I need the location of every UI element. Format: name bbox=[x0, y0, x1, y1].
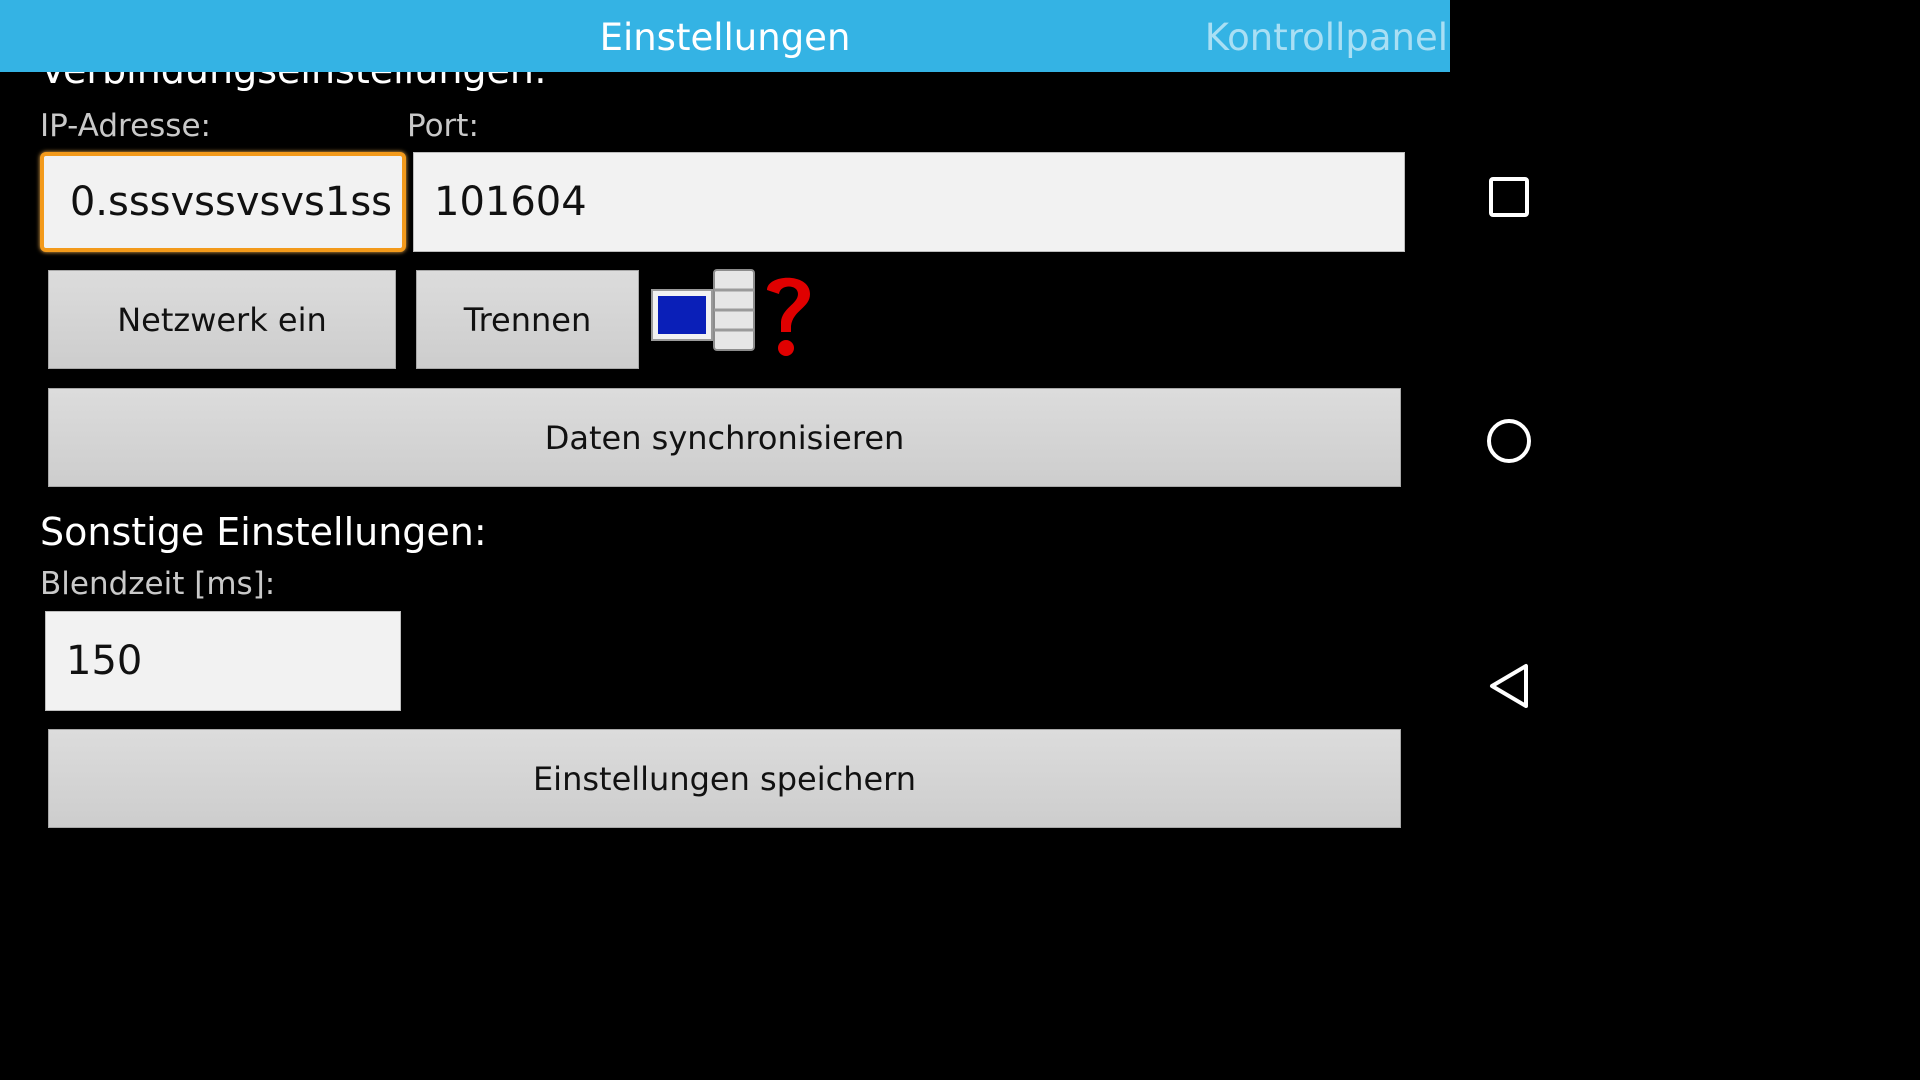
settings-content: Verbindungseinstellungen: IP-Adresse: Po… bbox=[0, 0, 1450, 882]
other-settings-title: Sonstige Einstellungen: bbox=[40, 510, 487, 554]
ip-address-input[interactable]: 0.sssvssvsvs1ss bbox=[40, 152, 406, 252]
tab-control-panel[interactable]: Kontrollpanel bbox=[1205, 0, 1448, 72]
port-value: 101604 bbox=[434, 179, 587, 225]
recents-icon[interactable] bbox=[1484, 172, 1534, 222]
system-navigation-bar bbox=[1450, 0, 1568, 882]
blend-time-label: Blendzeit [ms]: bbox=[40, 566, 276, 602]
network-unknown-icon bbox=[651, 269, 810, 356]
save-settings-button[interactable]: Einstellungen speichern bbox=[48, 729, 1401, 828]
blend-time-value: 150 bbox=[66, 638, 143, 684]
sync-data-button[interactable]: Daten synchronisieren bbox=[48, 388, 1401, 487]
network-on-button[interactable]: Netzwerk ein bbox=[48, 270, 396, 369]
ip-address-value: 0.sssvssvsvs1ss bbox=[69, 179, 392, 225]
back-icon[interactable] bbox=[1484, 661, 1534, 711]
ip-address-label: IP-Adresse: bbox=[40, 108, 211, 144]
settings-screen: Verbindungseinstellungen: IP-Adresse: Po… bbox=[0, 0, 1568, 882]
port-label: Port: bbox=[407, 108, 479, 144]
disconnect-button[interactable]: Trennen bbox=[416, 270, 639, 369]
home-icon[interactable] bbox=[1484, 416, 1534, 466]
port-input[interactable]: 101604 bbox=[413, 152, 1405, 252]
blend-time-input[interactable]: 150 bbox=[45, 611, 401, 711]
action-bar: Einstellungen Kontrollpanel bbox=[0, 0, 1450, 72]
